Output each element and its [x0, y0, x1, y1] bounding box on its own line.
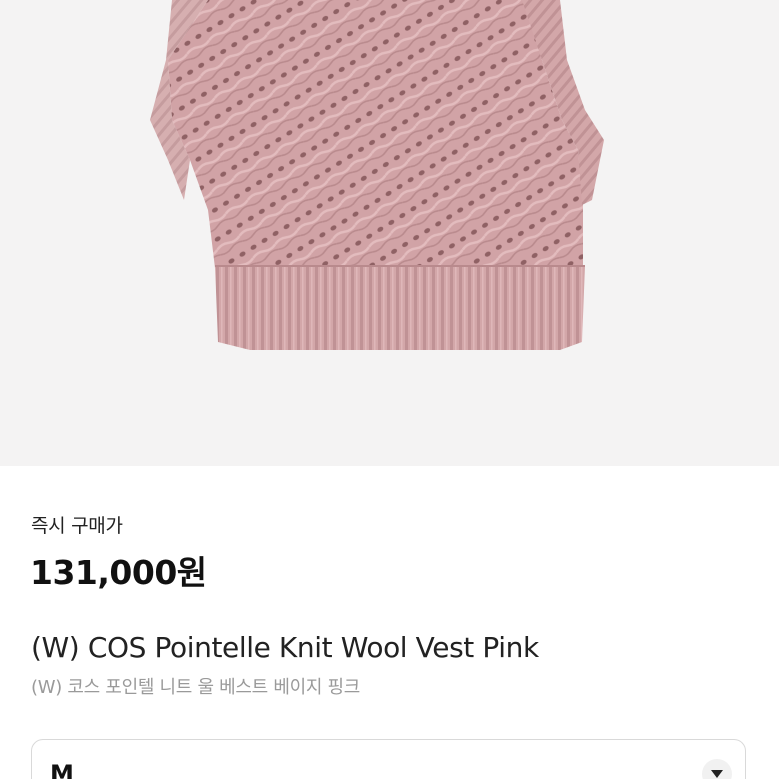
vest-hem-rib	[215, 266, 585, 350]
price-value: 131,000원	[30, 553, 207, 592]
size-selected-value: M	[50, 760, 74, 779]
product-subtitle: (W) 코스 포인텔 니트 울 베스트 베이지 핑크	[31, 677, 361, 698]
chevron-down-icon[interactable]	[702, 759, 732, 779]
vest-body-knit	[168, 0, 583, 268]
size-select[interactable]: M	[31, 739, 746, 779]
knit-vest-photo	[150, 0, 604, 350]
instant-buy-price-label: 즉시 구매가	[31, 515, 123, 537]
product-image[interactable]	[0, 0, 779, 466]
product-title: (W) COS Pointelle Knit Wool Vest Pink	[31, 631, 539, 664]
product-page: 즉시 구매가 131,000원 (W) COS Pointelle Knit W…	[0, 0, 779, 779]
